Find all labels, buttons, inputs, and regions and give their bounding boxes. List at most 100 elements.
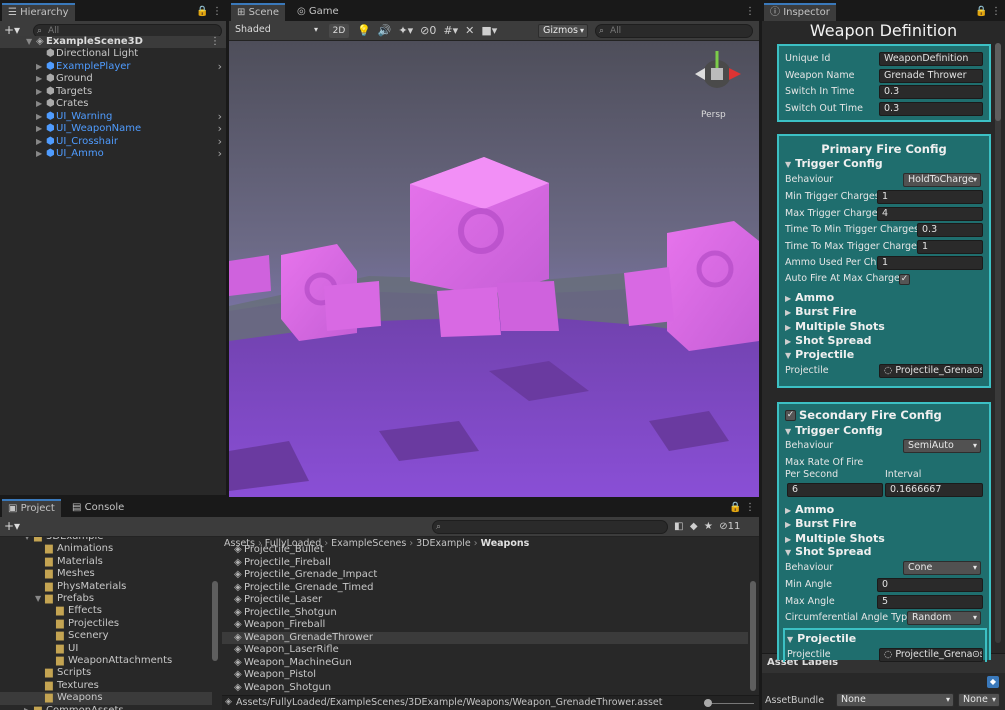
expand-arrow-icon[interactable]: ▶	[36, 136, 46, 149]
prefab-open-chevron-icon[interactable]: ›	[218, 60, 222, 73]
expand-arrow-icon[interactable]: ▶	[36, 61, 46, 74]
hierarchy-item[interactable]: ▶ ⬢UI_WeaponName ›	[0, 123, 226, 136]
hierarchy-item[interactable]: ▶ ⬢UI_Warning ›	[0, 110, 226, 124]
hierarchy-item[interactable]: ▶ ⬢Targets	[0, 86, 226, 99]
collapsed-foldout[interactable]: ▶ Shot Spread	[785, 334, 872, 349]
folder-tree-item[interactable]: ▆ PhysMaterials	[0, 581, 212, 593]
add-button[interactable]: +▾	[4, 23, 20, 37]
prefab-open-chevron-icon[interactable]: ›	[218, 110, 222, 123]
expand-arrow-icon[interactable]: ▼	[35, 593, 45, 606]
tab-inspector[interactable]: ⓘ Inspector	[764, 3, 836, 21]
kebab-menu-icon[interactable]: ⋮	[991, 6, 1001, 17]
expand-arrow-icon[interactable]: ▶	[36, 148, 46, 161]
folder-tree-item[interactable]: ▆ Scenery	[0, 630, 212, 642]
asset-bundle-dropdown[interactable]: None ▾	[836, 693, 954, 707]
inspector-scrollbar-thumb[interactable]	[995, 43, 1001, 121]
tab-console[interactable]: ▤ Console	[66, 499, 130, 517]
basic-field-input[interactable]: 0.3	[879, 85, 983, 99]
file-item[interactable]: ◈ Weapon_GrenadeThrower	[222, 631, 748, 644]
primary-projectile-foldout[interactable]: ▼ Projectile	[785, 348, 854, 363]
basic-field-input[interactable]: WeaponDefinition	[879, 52, 983, 66]
expand-arrow-icon[interactable]: ▶	[36, 123, 46, 136]
basic-field-input[interactable]: Grenade Thrower	[879, 68, 983, 83]
auto-fire-checkbox[interactable]: ✓	[899, 274, 910, 285]
expand-arrow-icon[interactable]: ▶	[36, 86, 46, 99]
collapsed-foldout[interactable]: ▶ Multiple Shots	[785, 320, 885, 335]
tab-scene[interactable]: ⊞ Scene	[231, 3, 286, 21]
scene-viewport[interactable]: Persp	[229, 41, 759, 497]
object-picker-icon[interactable]: ⊙	[972, 649, 980, 661]
file-item[interactable]: ◈ Weapon_MachineGun	[222, 657, 748, 670]
grid-snap-icon[interactable]: #▾	[443, 24, 458, 37]
tab-game[interactable]: ◎ Game	[291, 3, 345, 21]
kebab-menu-icon[interactable]: ⋮	[745, 502, 755, 513]
shading-dropdown[interactable]: Shaded ▾	[231, 24, 321, 38]
secondary-projectile-field[interactable]: ◌ Projectile_Grenade ⊙	[879, 648, 983, 662]
visibility-icon[interactable]: ⊘	[420, 24, 429, 37]
expand-arrow-icon[interactable]: ▶	[24, 705, 34, 710]
folder-tree-item[interactable]: ▆ Textures	[0, 680, 212, 692]
primary-field-input[interactable]: 1	[877, 256, 983, 270]
audio-icon[interactable]: 🔊	[378, 24, 392, 37]
primary-behaviour-dropdown[interactable]: HoldToCharge ▾	[903, 173, 981, 187]
collapsed-foldout[interactable]: ▶ Ammo	[785, 291, 834, 306]
object-picker-icon[interactable]: ⊙	[972, 365, 980, 377]
secondary-projectile-foldout[interactable]: ▼ Projectile	[787, 632, 856, 647]
file-item[interactable]: ◈ Projectile_Grenade_Timed	[222, 582, 748, 595]
expand-arrow-icon[interactable]: ▶	[36, 73, 46, 86]
file-scrollbar[interactable]	[750, 581, 756, 691]
secondary-behaviour-dropdown[interactable]: SemiAuto ▾	[903, 439, 981, 453]
asset-variant-dropdown[interactable]: None ▾	[958, 693, 1000, 707]
toggle-2d-button[interactable]: 2D	[329, 24, 349, 38]
primary-projectile-field[interactable]: ◌ Projectile_Grenade ⊙	[879, 364, 983, 378]
scene-search-input[interactable]: ⌕ All	[595, 24, 753, 38]
min-angle-input[interactable]: 0	[877, 578, 983, 592]
add-button[interactable]: +▾	[4, 519, 20, 533]
folder-tree-item[interactable]: ▆ Animations	[0, 543, 212, 555]
camera-icon[interactable]: ■▾	[481, 24, 497, 37]
folder-tree-item[interactable]: ▆ Scripts	[0, 667, 212, 679]
label-icon[interactable]: ◆	[690, 521, 698, 532]
collapsed-foldout[interactable]: ▶ Ammo	[785, 503, 834, 518]
circumferential-angle-dropdown[interactable]: Random ▾	[907, 611, 981, 625]
primary-field-input[interactable]: 1	[917, 239, 983, 254]
file-item[interactable]: ◈ Projectile_Laser	[222, 594, 748, 607]
lock-icon[interactable]: 🔒	[729, 502, 741, 513]
primary-field-input[interactable]: 1	[877, 190, 983, 204]
persp-label[interactable]: Persp	[701, 110, 726, 120]
folder-tree-item[interactable]: ▆ Effects	[0, 605, 212, 617]
interval-input[interactable]: 0.1666667	[885, 483, 983, 497]
inspector-scrollbar[interactable]	[995, 43, 1001, 643]
prefab-open-chevron-icon[interactable]: ›	[218, 148, 222, 160]
primary-trigger-foldout[interactable]: ▼ Trigger Config	[785, 157, 883, 172]
folder-tree-item[interactable]: ▆ Meshes	[0, 568, 212, 580]
tree-scrollbar[interactable]	[212, 581, 218, 661]
project-search-input[interactable]: ⌕	[432, 520, 668, 534]
hierarchy-item[interactable]: ▶ ⬢Ground	[0, 73, 226, 86]
hierarchy-item[interactable]: ▶ ⬢UI_Crosshair ›	[0, 135, 226, 149]
folder-tree-item[interactable]: ▆ Materials	[0, 556, 212, 568]
folder-tree-item[interactable]: ▼ ▆ Prefabs	[0, 593, 212, 605]
file-item[interactable]: ◈ Weapon_Pistol	[222, 669, 748, 682]
favorite-icon[interactable]: ★	[704, 521, 713, 532]
spread-behaviour-dropdown[interactable]: Cone ▾	[903, 561, 981, 575]
scene-menu-icon[interactable]: ⋮	[210, 36, 220, 48]
file-item[interactable]: ◈ Projectile_Shotgun	[222, 607, 748, 620]
lock-icon[interactable]: 🔒	[975, 6, 987, 17]
gizmos-dropdown[interactable]: Gizmos ▾	[538, 24, 588, 38]
hidden-packages-icon[interactable]: ⊘	[719, 521, 727, 532]
lock-icon[interactable]: 🔒	[196, 6, 208, 17]
file-item[interactable]: ◈ Projectile_Bullet	[222, 544, 748, 557]
hierarchy-item[interactable]: ▶ ⬢Crates	[0, 98, 226, 111]
secondary-spread-foldout[interactable]: ▼ Shot Spread	[785, 545, 872, 560]
file-item[interactable]: ◈ Projectile_Grenade_Impact	[222, 569, 748, 582]
collapsed-foldout[interactable]: ▶ Burst Fire	[785, 517, 857, 532]
file-item[interactable]: ◈ Projectile_Fireball	[222, 557, 748, 570]
kebab-menu-icon[interactable]: ⋮	[212, 6, 222, 17]
effects-icon[interactable]: ✦▾	[398, 24, 413, 37]
rate-of-fire-input[interactable]: 6	[787, 483, 883, 497]
folder-tree-item[interactable]: ▆ WeaponAttachments	[0, 655, 212, 667]
tab-project[interactable]: ▣ Project	[2, 499, 61, 517]
file-item[interactable]: ◈ Weapon_LaserRifle	[222, 644, 748, 657]
prefab-open-chevron-icon[interactable]: ›	[218, 123, 222, 135]
